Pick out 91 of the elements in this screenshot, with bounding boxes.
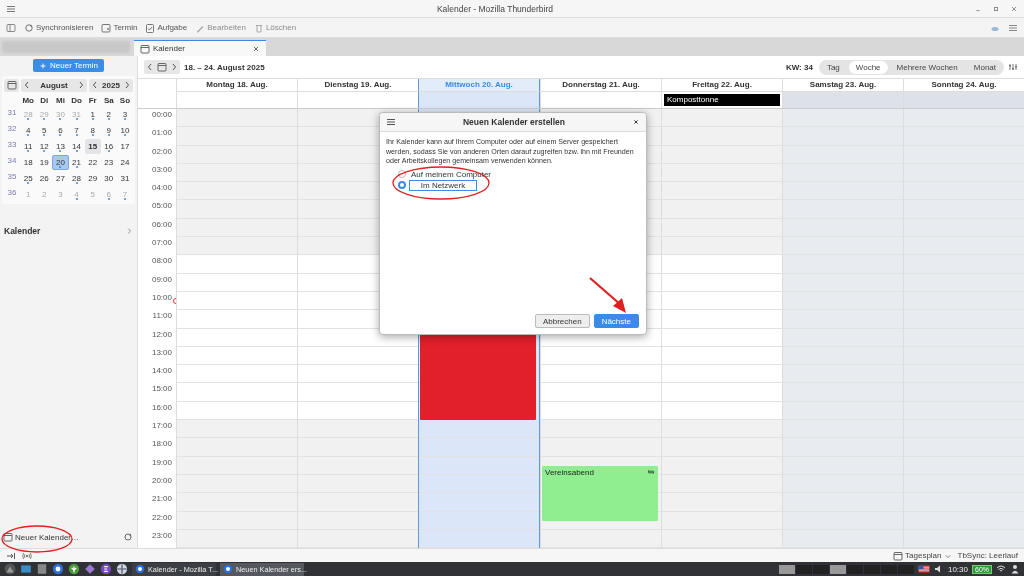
calendar-day[interactable]: 25 xyxy=(20,171,37,186)
time-label: 16:00 xyxy=(150,401,173,414)
weekday-label: Di xyxy=(39,95,50,106)
view-tab[interactable]: Mehrere Wochen xyxy=(889,60,965,74)
cancel-button[interactable]: Abbrechen xyxy=(534,314,590,328)
calendar-day[interactable]: 21 xyxy=(68,155,85,170)
calendar-day[interactable]: 6 xyxy=(52,123,69,138)
week-number: 34 xyxy=(6,155,18,167)
weekday-label: Fr xyxy=(87,95,98,106)
calendar-day[interactable]: 10 xyxy=(116,123,133,138)
calendar-day[interactable]: 15 xyxy=(84,139,101,154)
calendar-day[interactable]: 29 xyxy=(84,171,101,186)
calendar-day[interactable]: 22 xyxy=(84,155,101,170)
time-label: 09:00 xyxy=(150,273,173,286)
time-label: 05:00 xyxy=(150,200,173,213)
time-label: 14:00 xyxy=(150,365,173,378)
time-label: 06:00 xyxy=(150,218,173,231)
time-label: 15:00 xyxy=(150,383,173,396)
month-label: August xyxy=(39,80,69,90)
time-label: 02:00 xyxy=(150,145,173,158)
status-text: TbSync: Leerlauf xyxy=(957,551,1018,560)
calendar-day[interactable]: 13 xyxy=(52,139,69,154)
weekday-label: Mi xyxy=(55,95,66,106)
clock: 10:30 xyxy=(947,564,968,574)
toolbar-button[interactable]: Aufgabe xyxy=(145,22,188,33)
week-number: 31 xyxy=(6,107,18,119)
calendar-day[interactable]: 26 xyxy=(36,171,53,186)
year-label: 2025 xyxy=(101,80,121,90)
time-label: 19:00 xyxy=(150,456,173,469)
calendar-day[interactable]: 3 xyxy=(116,107,133,122)
weekday-label: Mo xyxy=(21,95,35,106)
calendar-day[interactable]: 14 xyxy=(68,139,85,154)
radio-option[interactable]: Im Netzwerk xyxy=(398,179,646,191)
time-label: 03:00 xyxy=(150,163,173,176)
weekday-label: Sa xyxy=(102,95,115,106)
time-label: 20:00 xyxy=(150,474,173,487)
calendar-day[interactable]: 8 xyxy=(84,123,101,138)
time-label: 17:00 xyxy=(150,420,173,433)
time-label: 08:00 xyxy=(150,255,173,268)
calendar-day[interactable]: 11 xyxy=(20,139,37,154)
calendar-day[interactable]: 19 xyxy=(36,155,53,170)
calendar-day[interactable]: 9 xyxy=(100,123,117,138)
week-number: KW: 34 xyxy=(785,62,813,72)
time-label: 11:00 xyxy=(151,310,173,323)
time-label: 04:00 xyxy=(150,182,173,195)
view-tab[interactable]: Tag xyxy=(819,60,847,74)
tab[interactable]: Kalender xyxy=(134,40,266,56)
calendar-day[interactable]: 12 xyxy=(36,139,53,154)
next-button[interactable]: Nächste xyxy=(593,314,639,328)
time-label: 21:00 xyxy=(150,493,173,506)
time-label: 13:00 xyxy=(150,346,173,359)
time-label: 22:00 xyxy=(150,511,173,524)
week-number: 33 xyxy=(6,139,18,151)
view-dropdown[interactable]: Tagesplan xyxy=(893,550,952,561)
time-label: 18:00 xyxy=(150,438,173,451)
calendar-day[interactable]: 24 xyxy=(116,155,133,170)
calendar-day[interactable]: 4 xyxy=(20,123,37,138)
all-day-event[interactable]: Komposttonne xyxy=(664,94,780,106)
weekday-label: So xyxy=(118,95,132,106)
calendar-day[interactable]: 30 xyxy=(100,171,117,186)
calendar-day[interactable]: 2 xyxy=(100,107,117,122)
time-label: 00:00 xyxy=(150,109,173,121)
view-tab[interactable]: Monat xyxy=(966,60,1003,74)
calendar-day[interactable]: 7 xyxy=(68,123,85,138)
week-number: 35 xyxy=(6,171,18,183)
calendar-day[interactable]: 16 xyxy=(100,139,117,154)
toolbar-button[interactable]: Termin xyxy=(101,22,138,33)
time-label: 07:00 xyxy=(150,237,173,250)
view-tab[interactable]: Woche xyxy=(848,60,888,74)
calendar-day[interactable]: 17 xyxy=(116,139,133,154)
calendar-day[interactable]: 5 xyxy=(36,123,53,138)
calendar-day[interactable]: 31 xyxy=(116,171,133,186)
calendar-day[interactable]: 20 xyxy=(52,155,69,170)
calendar-day[interactable]: 1 xyxy=(84,107,101,122)
calendar-event[interactable]: Vereinsabend xyxy=(542,465,658,521)
time-label: 12:00 xyxy=(150,328,173,341)
time-label: 23:00 xyxy=(150,529,173,542)
calendar-day[interactable]: 28 xyxy=(68,171,85,186)
toolbar-button[interactable]: Synchronisieren xyxy=(24,22,94,33)
calendars-heading: Kalender xyxy=(4,226,41,236)
time-label: 10:00 xyxy=(150,291,173,304)
week-number: 32 xyxy=(6,123,18,135)
weekday-label: Do xyxy=(70,95,83,106)
date-range: 18. – 24. August 2025 xyxy=(184,62,265,72)
calendar-day[interactable]: 27 xyxy=(52,171,69,186)
week-number: 36 xyxy=(6,187,18,199)
time-label: 01:00 xyxy=(150,127,173,140)
window-title: Kalender - Mozilla Thunderbird xyxy=(435,3,555,14)
calendar-day[interactable]: 23 xyxy=(100,155,117,170)
calendar-day[interactable]: 18 xyxy=(20,155,37,170)
day-header: Mittwoch 20. Aug. xyxy=(418,79,540,92)
